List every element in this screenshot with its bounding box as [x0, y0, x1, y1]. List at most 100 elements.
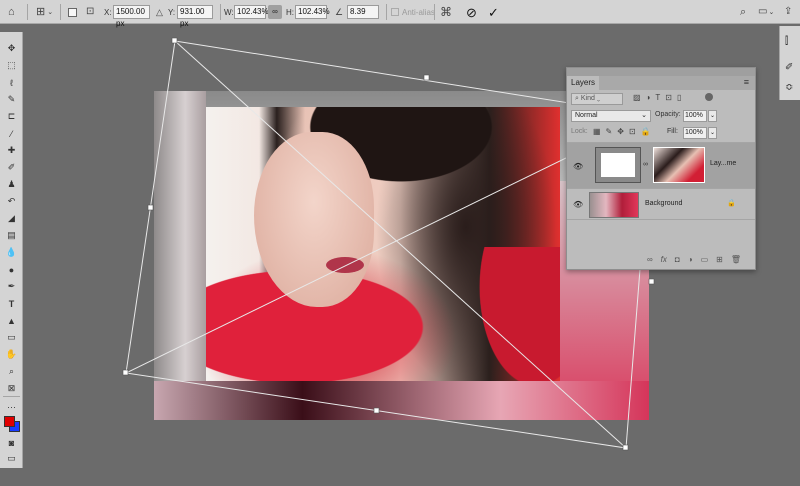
pen-tool-icon[interactable]: ✒ — [4, 280, 19, 293]
link-icon[interactable]: ∞ — [268, 5, 282, 19]
transform-icon[interactable]: ⊠ — [4, 382, 19, 395]
h-label: H: — [286, 7, 294, 17]
clone-stamp-tool-icon[interactable]: ♟ — [4, 178, 19, 191]
eraser-tool-icon[interactable]: ◢ — [4, 212, 19, 225]
transform-handle[interactable] — [423, 74, 430, 81]
layers-tab[interactable]: Layers — [567, 76, 599, 90]
workspace-icon[interactable]: ▭ — [758, 7, 767, 17]
lock-icon: 🔒 — [727, 200, 736, 207]
filter-row: ⌕ Kind ⌄ ▨◑T⊡▯ — [567, 90, 755, 108]
move-tool-icon[interactable]: ✥ — [4, 42, 19, 55]
layers-panel-footer: ∞ fx ◘ ◑ ▭ ⊞ 🗑 — [567, 249, 755, 269]
delta-icon[interactable]: △ — [156, 7, 163, 17]
show-transform-checkbox[interactable] — [68, 7, 77, 17]
marquee-tool-icon[interactable]: ⬚ — [4, 59, 19, 72]
chevron-down-icon[interactable]: ⌄ — [47, 9, 53, 16]
transform-handle[interactable] — [648, 278, 655, 285]
visibility-eye-icon[interactable]: 👁 — [573, 162, 583, 171]
new-layer-icon[interactable]: ⊞ — [716, 255, 723, 264]
commit-icon[interactable]: ✓ — [488, 6, 499, 19]
delete-layer-icon[interactable]: 🗑 — [731, 255, 741, 264]
new-group-icon[interactable]: ▭ — [701, 255, 709, 264]
type-tool-icon[interactable]: T — [4, 297, 19, 310]
screen-mode-icon[interactable]: ▭ — [4, 452, 19, 465]
layers-panel: Layers ≡ ⌕ Kind ⌄ ▨◑T⊡▯ Normal ⌄ Opacity:… — [566, 67, 756, 270]
libraries-icon[interactable]: ⫿ — [785, 36, 788, 47]
panel-dock: ⫿ ✐ ≎ — [779, 26, 800, 100]
layer-name[interactable]: Background — [645, 200, 682, 207]
warp-icon[interactable]: ⌘ — [440, 6, 452, 18]
brush-tool-icon[interactable]: ✐ — [4, 161, 19, 174]
link-layers-icon[interactable]: ∞ — [647, 255, 653, 264]
portrait-photo — [206, 107, 560, 381]
layer-thumbnail[interactable] — [653, 147, 705, 183]
home-icon[interactable]: ⌂ — [8, 6, 15, 18]
y-field[interactable]: 931.00 px — [177, 5, 213, 28]
add-mask-icon[interactable]: ◘ — [675, 255, 680, 264]
quick-mask-icon[interactable]: ◙ — [4, 436, 19, 449]
layer-row[interactable]: 👁 ∞ Lay...me — [567, 142, 755, 188]
lock-label: Lock: — [571, 128, 588, 135]
opacity-field[interactable]: 100% — [683, 110, 707, 122]
visibility-eye-icon[interactable]: 👁 — [573, 200, 583, 209]
tools-panel: ✥ ⬚ ℓ ✎ ⊏ ⁄ ✚ ✐ ♟ ↶ ◢ ▤ 💧 ● ✒ T ▲ ▭ ✋ ⌕ … — [0, 32, 23, 468]
transform-handle[interactable] — [171, 37, 178, 44]
search-icon[interactable]: ⌕ — [740, 6, 746, 18]
opacity-label: Opacity: — [655, 111, 681, 118]
chevron-down-icon[interactable]: ⌄ — [768, 9, 774, 16]
path-select-tool-icon[interactable]: ▲ — [4, 314, 19, 327]
history-brush-tool-icon[interactable]: ↶ — [4, 195, 19, 208]
width-field[interactable]: 102.43% — [234, 5, 269, 19]
layer-name[interactable]: Lay...me — [710, 160, 736, 167]
quick-select-tool-icon[interactable]: ✎ — [4, 93, 19, 106]
chevron-down-icon[interactable]: ⌄ — [708, 127, 717, 139]
blend-mode-select[interactable]: Normal ⌄ — [571, 110, 651, 122]
eyedropper-tool-icon[interactable]: ⁄ — [4, 127, 19, 140]
rectangle-tool-icon[interactable]: ▭ — [4, 331, 19, 344]
background-layer-frame — [154, 381, 649, 420]
options-bar: ⌂ ⊞ ⌄ ⊡ X: 1500.00 px △ Y: 931.00 px W: 1… — [0, 0, 800, 28]
layer-row[interactable]: 👁 Background 🔒 — [567, 188, 755, 220]
background-layer-frame — [154, 91, 206, 420]
more-tools-icon[interactable]: ··· — [4, 400, 19, 413]
fx-icon[interactable]: fx — [661, 255, 667, 264]
crop-tool-icon[interactable]: ⊏ — [4, 110, 19, 123]
lock-row: Lock: ▦✎✥⊡🔒 Fill: 100% ⌄ — [567, 125, 755, 141]
fill-field[interactable]: 100% — [683, 127, 707, 139]
reference-point-icon[interactable]: ⊡ — [86, 7, 94, 17]
panel-title-bar[interactable] — [567, 68, 755, 76]
lasso-tool-icon[interactable]: ℓ — [4, 76, 19, 89]
x-field[interactable]: 1500.00 px — [113, 5, 150, 28]
layer-mask-thumbnail[interactable] — [595, 147, 641, 183]
brushes-icon[interactable]: ✐ — [785, 62, 793, 73]
filter-toggle-icon[interactable] — [705, 93, 713, 101]
adjustment-layer-icon[interactable]: ◑ — [688, 255, 693, 264]
lock-icons[interactable]: ▦✎✥⊡🔒 — [593, 127, 656, 136]
x-label: X: — [104, 7, 112, 17]
panel-menu-icon[interactable]: ≡ — [744, 77, 749, 87]
dodge-tool-icon[interactable]: ● — [4, 263, 19, 276]
angle-field[interactable]: 8.39 — [347, 5, 379, 19]
link-icon[interactable]: ∞ — [643, 161, 648, 168]
gradient-tool-icon[interactable]: ▤ — [4, 229, 19, 242]
chevron-down-icon[interactable]: ⌄ — [708, 110, 717, 122]
angle-icon: ∠ — [335, 6, 344, 17]
blend-row: Normal ⌄ Opacity: 100% ⌄ — [567, 108, 755, 125]
foreground-color-swatch-top[interactable] — [4, 416, 15, 427]
filter-kind-select[interactable]: ⌕ Kind ⌄ — [571, 93, 623, 105]
antialias-checkbox[interactable] — [391, 8, 399, 16]
transform-handle[interactable] — [122, 369, 129, 376]
blur-tool-icon[interactable]: 💧 — [4, 246, 19, 259]
share-icon[interactable]: ⇪ — [784, 7, 792, 17]
healing-brush-tool-icon[interactable]: ✚ — [4, 144, 19, 157]
filter-icons[interactable]: ▨◑T⊡▯ — [633, 93, 686, 102]
cancel-icon[interactable]: ⊘ — [466, 6, 477, 19]
hand-tool-icon[interactable]: ✋ — [4, 348, 19, 361]
adjustments-icon[interactable]: ≎ — [785, 82, 793, 93]
zoom-tool-icon[interactable]: ⌕ — [4, 365, 19, 378]
layer-thumbnail[interactable] — [589, 192, 639, 218]
transform-handle[interactable] — [622, 444, 629, 451]
height-field[interactable]: 102.43% — [295, 5, 330, 19]
transform-tool-icon[interactable]: ⊞ — [36, 6, 45, 18]
transform-handle[interactable] — [147, 204, 154, 211]
